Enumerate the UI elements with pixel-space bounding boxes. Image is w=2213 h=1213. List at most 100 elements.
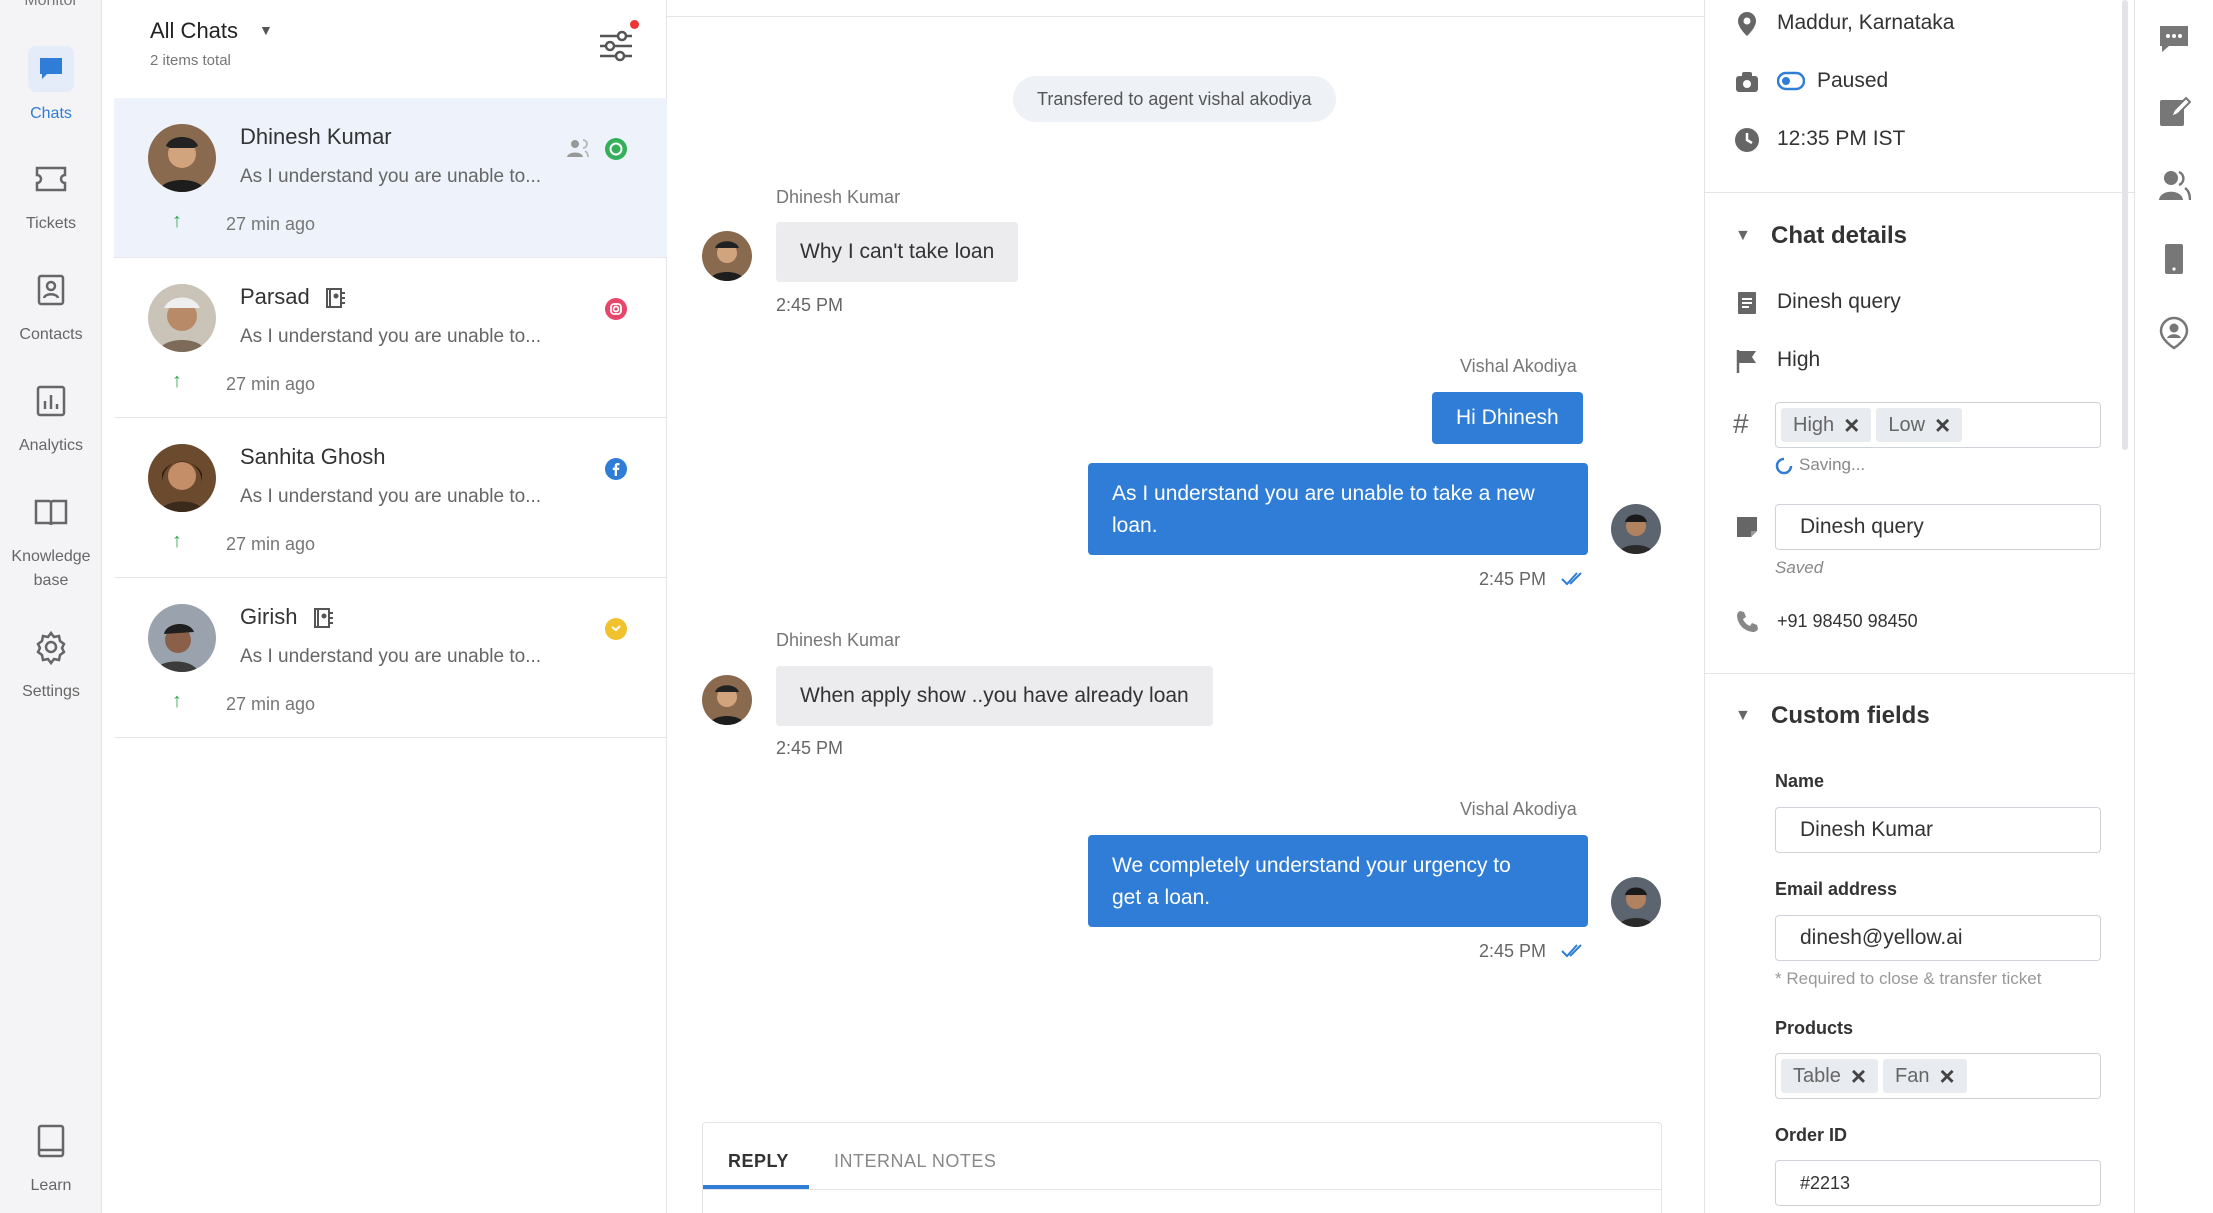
avatar (702, 231, 752, 281)
message-bubble: As I understand you are unable to take a… (1088, 463, 1588, 555)
name-label: Name (1775, 771, 1825, 791)
collapse-caret-icon[interactable]: ▼ (1735, 707, 1751, 725)
nav-label-chats: Chats (30, 105, 72, 122)
whatsapp-icon (605, 138, 627, 160)
filter-icon[interactable] (596, 28, 636, 64)
chat-item[interactable]: Sanhita Ghosh As I understand you are un… (114, 418, 667, 578)
clock-icon (1735, 128, 1759, 152)
message-bubble: We completely understand your urgency to… (1088, 835, 1588, 927)
message-bubble: Why I can't take loan (776, 222, 1019, 282)
ticket-icon (35, 166, 67, 192)
toggle-icon[interactable] (1777, 71, 1805, 91)
email-label: Email address (1775, 879, 1898, 899)
chat-item[interactable]: Dhinesh Kumar As I understand you are un… (114, 98, 667, 258)
status-icon (1736, 72, 1758, 92)
query-text: Dinesh query (1777, 290, 1901, 313)
message-icon[interactable] (2157, 22, 2191, 56)
product-chip[interactable]: Table × (1781, 1059, 1878, 1093)
chat-name-text: Parsad (240, 284, 310, 309)
close-icon[interactable]: × (1939, 1059, 1954, 1093)
chat-preview: As I understand you are unable to... (240, 166, 542, 187)
nav-label-tickets: Tickets (25, 215, 77, 232)
message-sender: Dhinesh Kumar (776, 187, 901, 207)
arrow-up-icon: ↑ (172, 370, 182, 392)
email-field[interactable]: dinesh@yellow.ai (1775, 915, 2101, 961)
note-icon (1737, 517, 1757, 537)
chat-time: 27 min ago (226, 534, 316, 554)
chat-item[interactable]: Girish As I understand you are unable to… (114, 578, 667, 738)
contact-card-icon (325, 288, 345, 309)
chat-item[interactable]: Parsad As I understand you are unable to… (114, 258, 667, 418)
avatar (148, 444, 216, 512)
edit-icon[interactable] (2157, 95, 2191, 129)
saving-text: Saving... (1799, 455, 1866, 474)
nav-item-tickets[interactable]: Tickets (0, 156, 102, 236)
message-line: As I understand you are unable to take a… (1112, 482, 1535, 505)
message-bubble: Hi Dhinesh (1432, 392, 1583, 444)
nav-label-settings: Settings (22, 683, 80, 700)
local-time: 12:35 PM IST (1777, 127, 1906, 150)
arrow-up-icon: ↑ (172, 530, 182, 552)
chat-time: 27 min ago (226, 374, 316, 394)
nav-item-learn[interactable]: Learn (0, 1118, 102, 1198)
chat-details-title[interactable]: Chat details (1771, 222, 1907, 250)
nav-label-contacts: Contacts (19, 326, 83, 343)
chevron-down-icon[interactable]: ▼ (259, 22, 273, 38)
nav-item-analytics[interactable]: Analytics (0, 378, 102, 458)
arrow-up-icon: ↑ (172, 690, 182, 712)
tab-internal-notes[interactable]: INTERNAL NOTES (834, 1151, 996, 1172)
email-hint: * Required to close & transfer ticket (1775, 969, 2042, 988)
nav-item-settings[interactable]: Settings (0, 624, 102, 704)
name-field[interactable]: Dinesh Kumar (1775, 807, 2101, 853)
products-input[interactable]: Table × Fan × (1775, 1053, 2101, 1099)
close-icon[interactable]: × (1851, 1059, 1866, 1093)
chat-preview: As I understand you are unable to... (240, 326, 542, 347)
gear-icon (36, 630, 66, 666)
double-check-icon (1561, 944, 1582, 958)
custom-fields-title[interactable]: Custom fields (1771, 702, 1930, 730)
message-bubble: When apply show ..you have already loan (776, 666, 1213, 726)
mobile-icon[interactable] (2157, 242, 2191, 276)
chat-time: 27 min ago (226, 214, 316, 234)
divider (1705, 192, 2135, 193)
divider (703, 1189, 1661, 1190)
chat-icon (28, 46, 74, 92)
order-id-field[interactable]: #2213 (1775, 1160, 2101, 1206)
tag-chip[interactable]: High × (1781, 408, 1872, 442)
chat-list-panel: All Chats ▼ 2 items total Dhinesh Kumar (102, 0, 667, 1213)
message-sender: Dhinesh Kumar (776, 630, 901, 650)
phone-number[interactable]: +91 98450 98450 (1777, 611, 1918, 632)
close-icon[interactable]: × (1844, 408, 1859, 442)
tags-input[interactable]: High × Low × (1775, 402, 2101, 448)
scrollbar[interactable] (2122, 0, 2128, 450)
close-icon[interactable]: × (1935, 408, 1950, 442)
agent-avatar (1611, 504, 1661, 554)
tag-label: Low (1888, 414, 1926, 436)
details-panel: Maddur, Karnataka Paused 12:35 PM IST ▼ … (1704, 0, 2135, 1213)
collapse-caret-icon[interactable]: ▼ (1735, 227, 1751, 245)
contact-card-icon (313, 608, 333, 629)
chat-name: Dhinesh Kumar (240, 124, 392, 149)
book-icon (34, 499, 68, 526)
agent-avatar (1611, 877, 1661, 927)
tag-chip[interactable]: Low × (1876, 408, 1963, 442)
avatar (148, 124, 216, 192)
hashtag-icon: # (1733, 408, 1749, 439)
note-field[interactable]: Dinesh query (1775, 504, 2101, 550)
instagram-icon (605, 298, 627, 320)
system-message: Transfered to agent vishal akodiya (1013, 76, 1336, 122)
tab-reply[interactable]: REPLY (728, 1151, 789, 1172)
users-icon[interactable] (2157, 168, 2191, 202)
nav-item-knowledge-base[interactable]: Knowledge base (0, 489, 102, 593)
profile-pin-icon[interactable] (2157, 316, 2191, 350)
chat-list-title[interactable]: All Chats (150, 18, 238, 44)
product-chip[interactable]: Fan × (1883, 1059, 1967, 1093)
filter-active-dot (630, 20, 639, 29)
contacts-icon (37, 274, 65, 306)
nav-item-contacts[interactable]: Contacts (0, 267, 102, 347)
right-action-rail (2134, 0, 2213, 1213)
nav-item-monitor-partial[interactable]: Monitor (0, 0, 102, 10)
chat-count: 2 items total (150, 52, 231, 69)
nav-item-chats[interactable]: Chats (0, 46, 102, 126)
message-sender: Vishal Akodiya (1460, 799, 1577, 819)
